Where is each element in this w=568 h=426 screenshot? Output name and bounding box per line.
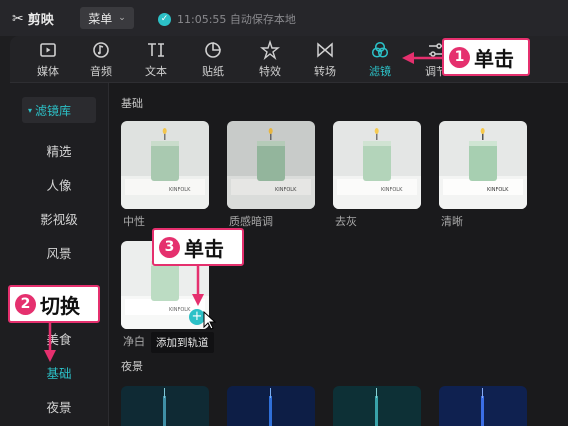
arrow-head-step3 [192, 294, 204, 306]
step-text: 单击 [184, 236, 224, 261]
step-number: 3 [159, 236, 180, 258]
step-number: 2 [15, 293, 36, 315]
app-window: ✂︎ 剪映 菜单 ⌄ ✓ 11:05:55 自动保存本地 媒体 音频 文本 贴纸… [0, 0, 568, 426]
step-text: 切换 [40, 293, 80, 318]
arrow-head-step1 [402, 52, 414, 64]
callout-step1: 1 单击 [442, 38, 530, 76]
step-number: 1 [449, 46, 470, 68]
step-text: 单击 [474, 46, 514, 71]
arrow-head-step2 [44, 350, 56, 362]
callout-step2: 2 切换 [8, 285, 100, 323]
callout-step3: 3 单击 [152, 228, 244, 266]
